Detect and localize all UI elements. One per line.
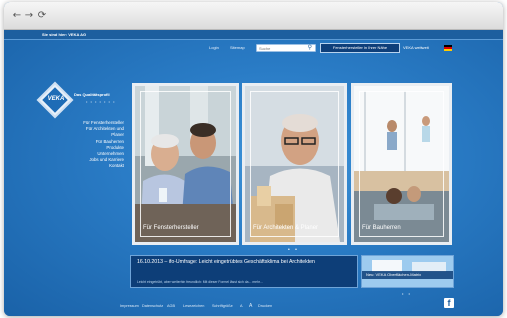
promo-label: Neu: VEKA Oberflächen-Matrix xyxy=(362,271,453,279)
panel-frame xyxy=(140,91,231,237)
search-input[interactable] xyxy=(259,45,303,52)
footer-schriftgroesse: Schriftgröße xyxy=(212,304,233,308)
logo-text: VEKA xyxy=(47,96,65,102)
sitemap-link[interactable]: Sitemap xyxy=(230,45,245,51)
website: Sie sind hier: VEKA AG Login Sitemap ⚲ F… xyxy=(4,30,503,316)
carousel-indicator[interactable]: • • xyxy=(288,248,299,253)
breadcrumb-bar: Sie sind hier: VEKA AG xyxy=(4,30,503,40)
back-arrow-icon[interactable]: ← xyxy=(12,10,22,22)
footer-drucken[interactable]: Drucken xyxy=(258,304,272,309)
forward-arrow-icon[interactable]: → xyxy=(24,10,34,22)
panel-label-home-builders: Für Bauherren xyxy=(362,225,401,231)
search-box: ⚲ xyxy=(256,44,316,52)
panel-frame xyxy=(359,91,444,237)
facebook-icon[interactable]: f xyxy=(444,298,454,308)
news-text: Leicht eingetrübt, aber weiterhin freund… xyxy=(137,280,263,284)
panel-frame xyxy=(250,91,339,237)
footer-agb[interactable]: AGB xyxy=(167,304,175,309)
font-size-small-button[interactable]: A xyxy=(240,304,243,309)
browser-window: ← → ⟳ Sie sind hier: VEKA AG Login Sitem… xyxy=(4,2,503,316)
panel-label-window-manufacturers: Für Fensterhersteller xyxy=(143,225,199,231)
tagline-dots: • • • • • • • xyxy=(86,99,116,104)
news-title[interactable]: 16.10.2013 – ifo-Umfrage: Leicht eingetr… xyxy=(137,259,352,265)
breadcrumb: Sie sind hier: VEKA AG xyxy=(42,32,87,37)
footer-impressum[interactable]: Impressum xyxy=(120,304,139,309)
worldwide-link[interactable]: VEKA weltweit xyxy=(403,44,429,52)
menu-item-kontakt[interactable]: Kontakt xyxy=(44,163,124,169)
utility-bar: Login Sitemap ⚲ Fensterhersteller in Ihr… xyxy=(4,42,503,54)
tagline: Das Qualitätsprofil xyxy=(74,92,110,97)
footer-datenschutz[interactable]: Datenschutz xyxy=(142,304,163,309)
font-size-large-button[interactable]: A xyxy=(249,304,252,309)
news-indicator[interactable]: • • xyxy=(402,292,412,296)
panel-window-manufacturers[interactable]: Für Fensterhersteller xyxy=(132,83,239,245)
panel-architects[interactable]: Für Architekten & Planer xyxy=(242,83,347,245)
main-menu: Für Fensterhersteller Für Architekten un… xyxy=(44,120,124,170)
browser-toolbar: ← → ⟳ xyxy=(4,2,503,30)
search-icon[interactable]: ⚲ xyxy=(308,45,312,52)
german-flag-icon[interactable] xyxy=(444,45,452,51)
promo-teaser[interactable]: Neu: VEKA Oberflächen-Matrix xyxy=(361,255,454,288)
news-teaser[interactable]: 16.10.2013 – ifo-Umfrage: Leicht eingetr… xyxy=(130,255,358,288)
footer-lesezeichen[interactable]: Lesezeichen xyxy=(183,304,204,309)
dealer-search-button[interactable]: Fensterhersteller in Ihrer Nähe xyxy=(320,43,400,53)
panel-home-builders[interactable]: Für Bauherren xyxy=(351,83,452,245)
panel-label-architects: Für Architekten & Planer xyxy=(253,225,319,231)
login-link[interactable]: Login xyxy=(209,45,219,51)
reload-icon[interactable]: ⟳ xyxy=(37,10,47,22)
